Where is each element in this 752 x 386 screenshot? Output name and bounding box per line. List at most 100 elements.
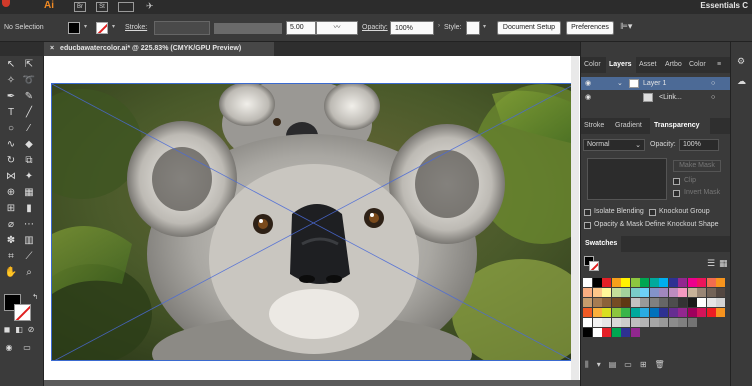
shape-builder-tool-icon[interactable]: ⊕ [4, 187, 18, 199]
hand-tool-icon[interactable]: ✋ [4, 267, 18, 279]
color-swatch[interactable] [678, 318, 687, 327]
opacity-label[interactable]: Opacity: [362, 24, 388, 31]
color-swatch[interactable] [602, 328, 611, 337]
variable-width-profile[interactable] [214, 23, 282, 34]
color-swatch[interactable] [630, 328, 640, 337]
draw-mode-icon[interactable]: ◉ [2, 342, 16, 354]
make-mask-button[interactable]: Make Mask [673, 160, 721, 172]
color-swatch[interactable] [687, 308, 697, 317]
line-tool-icon[interactable]: ╱ [22, 107, 36, 119]
placed-koala-image[interactable] [51, 83, 574, 361]
eyedropper-tool-icon[interactable]: ⌀ [4, 219, 18, 231]
color-swatch[interactable] [687, 288, 697, 297]
target-icon[interactable]: ○ [711, 91, 715, 104]
transparency-opacity-field[interactable]: 100% [679, 139, 719, 151]
color-swatch[interactable] [706, 278, 716, 287]
tab-color[interactable]: Color [584, 57, 606, 73]
opacity-field[interactable]: 100% [390, 21, 434, 35]
shaper-tool-icon[interactable]: ∿ [4, 139, 18, 151]
curvature-tool-icon[interactable]: ✎ [22, 91, 36, 103]
color-swatch[interactable] [583, 278, 592, 287]
color-swatch[interactable] [630, 288, 640, 297]
align-icon[interactable]: ⊫▾ [620, 21, 632, 32]
color-swatch[interactable] [592, 318, 602, 327]
color-swatch[interactable] [659, 298, 668, 307]
new-swatch-icon[interactable]: ⊞ [640, 360, 655, 369]
grid-view-icon[interactable]: ▦ [719, 258, 728, 269]
layer-row[interactable]: ◉ <Link... ○ [581, 91, 731, 104]
color-swatch[interactable] [687, 278, 697, 287]
color-swatch[interactable] [592, 308, 602, 317]
blend-tool-icon[interactable]: ⋯ [22, 219, 36, 231]
direct-selection-tool-icon[interactable]: ⇱ [22, 59, 36, 71]
color-swatch[interactable] [621, 308, 630, 317]
color-swatch[interactable] [592, 298, 602, 307]
chevron-down-icon[interactable]: ▾ [84, 23, 90, 30]
perspective-grid-tool-icon[interactable]: ▦ [22, 187, 36, 199]
color-swatch[interactable] [592, 288, 602, 297]
color-swatch[interactable] [611, 328, 621, 337]
color-swatch[interactable] [583, 298, 592, 307]
bridge-button[interactable]: Br [74, 2, 86, 12]
tab-swatches[interactable]: Swatches [581, 236, 621, 252]
color-swatch[interactable] [621, 328, 630, 337]
color-swatch[interactable] [583, 288, 592, 297]
color-swatch[interactable] [697, 278, 706, 287]
slice-tool-icon[interactable]: ⟋ [22, 251, 36, 263]
color-swatch[interactable] [706, 298, 716, 307]
clip-checkbox[interactable] [673, 178, 680, 185]
color-swatch[interactable] [649, 308, 659, 317]
color-swatch[interactable] [697, 308, 706, 317]
paintbrush-tool-icon[interactable]: ⁄ [22, 123, 36, 135]
color-swatch[interactable] [602, 278, 611, 287]
fill-color-swatch[interactable] [68, 22, 80, 34]
target-icon[interactable]: ○ [711, 77, 715, 90]
layer-name[interactable]: <Link... [659, 91, 682, 104]
layer-name[interactable]: Layer 1 [643, 77, 666, 90]
color-swatch[interactable] [716, 288, 725, 297]
panel-menu-icon[interactable]: ≡ [717, 57, 727, 73]
color-swatch[interactable] [611, 298, 621, 307]
layer-row[interactable]: ◉ ⌄ Layer 1 ○ [581, 77, 731, 90]
expand-chevron-icon[interactable]: ⌄ [617, 77, 623, 90]
canvas-horizontal-scrollbar[interactable] [44, 380, 580, 386]
color-swatch[interactable] [697, 288, 706, 297]
color-swatch[interactable] [583, 308, 592, 317]
knockout-group-checkbox[interactable] [649, 209, 656, 216]
arrange-documents-icon[interactable] [118, 2, 134, 12]
color-swatch[interactable] [706, 288, 716, 297]
color-swatch[interactable] [640, 288, 649, 297]
stroke-weight-stepper[interactable] [154, 21, 210, 35]
stroke-label[interactable]: Stroke: [125, 24, 147, 31]
color-swatch[interactable] [630, 278, 640, 287]
artboard-canvas[interactable] [44, 56, 580, 386]
blend-mode-dropdown[interactable]: Normal ⌄ [583, 139, 645, 151]
color-swatch[interactable] [668, 278, 678, 287]
zoom-tool-icon[interactable]: ⌕ [22, 267, 36, 279]
brush-weight-field[interactable]: 5.00 [286, 21, 316, 35]
tab-asset[interactable]: Asset [639, 57, 663, 73]
visibility-eye-icon[interactable]: ◉ [585, 91, 591, 104]
color-swatch[interactable] [602, 308, 611, 317]
libraries-icon[interactable]: ☁ [737, 76, 746, 87]
rotate-tool-icon[interactable]: ↻ [4, 155, 18, 167]
ellipse-tool-icon[interactable]: ○ [4, 123, 18, 135]
width-tool-icon[interactable]: ⋈ [4, 171, 18, 183]
color-swatch[interactable] [592, 328, 602, 337]
color-swatch[interactable] [706, 308, 716, 317]
tab-stroke[interactable]: Stroke [584, 118, 614, 134]
color-swatch[interactable] [687, 298, 697, 307]
brush-definition-dropdown[interactable]: 〰 [316, 21, 358, 35]
color-swatch[interactable] [649, 278, 659, 287]
magic-wand-tool-icon[interactable]: ✧ [4, 75, 18, 87]
color-swatch[interactable] [611, 278, 621, 287]
color-swatch[interactable] [668, 318, 678, 327]
color-swatch[interactable] [678, 298, 687, 307]
color-swatch[interactable] [687, 318, 697, 327]
color-swatch[interactable] [630, 318, 640, 327]
color-swatch[interactable] [678, 278, 687, 287]
color-swatch[interactable] [678, 308, 687, 317]
tab-layers[interactable]: Layers [606, 57, 636, 73]
pen-tool-icon[interactable]: ✒ [4, 91, 18, 103]
eraser-tool-icon[interactable]: ◆ [22, 139, 36, 151]
